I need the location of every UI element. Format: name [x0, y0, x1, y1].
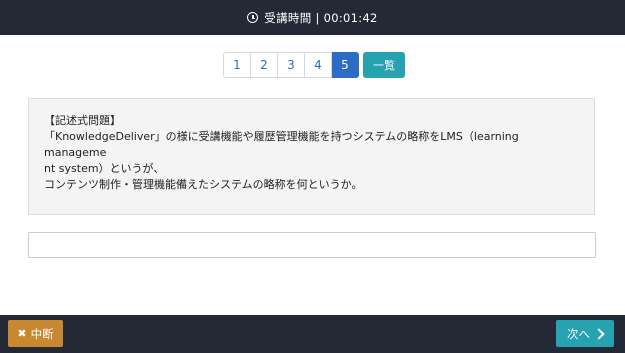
answer-input[interactable]	[28, 232, 596, 258]
question-type-label: 【記述式問題】	[44, 114, 121, 127]
footer-bar: ✖ 中断 次へ	[0, 315, 625, 353]
question-line-2: nt system）というが、	[44, 162, 165, 175]
suspend-button[interactable]: ✖ 中断	[8, 320, 63, 347]
timer-value: 00:01:42	[323, 10, 378, 25]
list-button[interactable]: 一覧	[363, 52, 405, 78]
chevron-right-icon	[593, 327, 605, 340]
next-label: 次へ	[567, 326, 590, 341]
timer-display: 受講時間 | 00:01:42	[264, 10, 377, 26]
timer-separator: |	[315, 10, 320, 25]
page-button-1[interactable]: 1	[223, 52, 251, 78]
question-panel: 【記述式問題】 「KnowledgeDeliver」の様に受講機能や履歴管理機能…	[28, 98, 595, 215]
page-button-2[interactable]: 2	[251, 52, 278, 78]
question-pager: 1 2 3 4 5 一覧	[223, 52, 405, 78]
next-button[interactable]: 次へ	[556, 320, 614, 347]
question-line-3: コンテンツ制作・管理機能備えたシステムの略称を何というか。	[44, 178, 363, 191]
page-button-5-current[interactable]: 5	[332, 52, 359, 78]
suspend-label: 中断	[30, 326, 54, 341]
clock-icon	[247, 12, 259, 23]
question-line-1: 「KnowledgeDeliver」の様に受講機能や履歴管理機能を持つシステムの…	[44, 130, 519, 159]
page-button-3[interactable]: 3	[278, 52, 305, 78]
close-icon: ✖	[17, 327, 27, 340]
exam-page: 受講時間 | 00:01:42 1 2 3 4 5 一覧 【記述式問題】 「Kn…	[0, 0, 625, 353]
timer-bar: 受講時間 | 00:01:42	[0, 0, 625, 35]
page-button-4[interactable]: 4	[305, 52, 332, 78]
timer-label: 受講時間	[264, 10, 312, 25]
